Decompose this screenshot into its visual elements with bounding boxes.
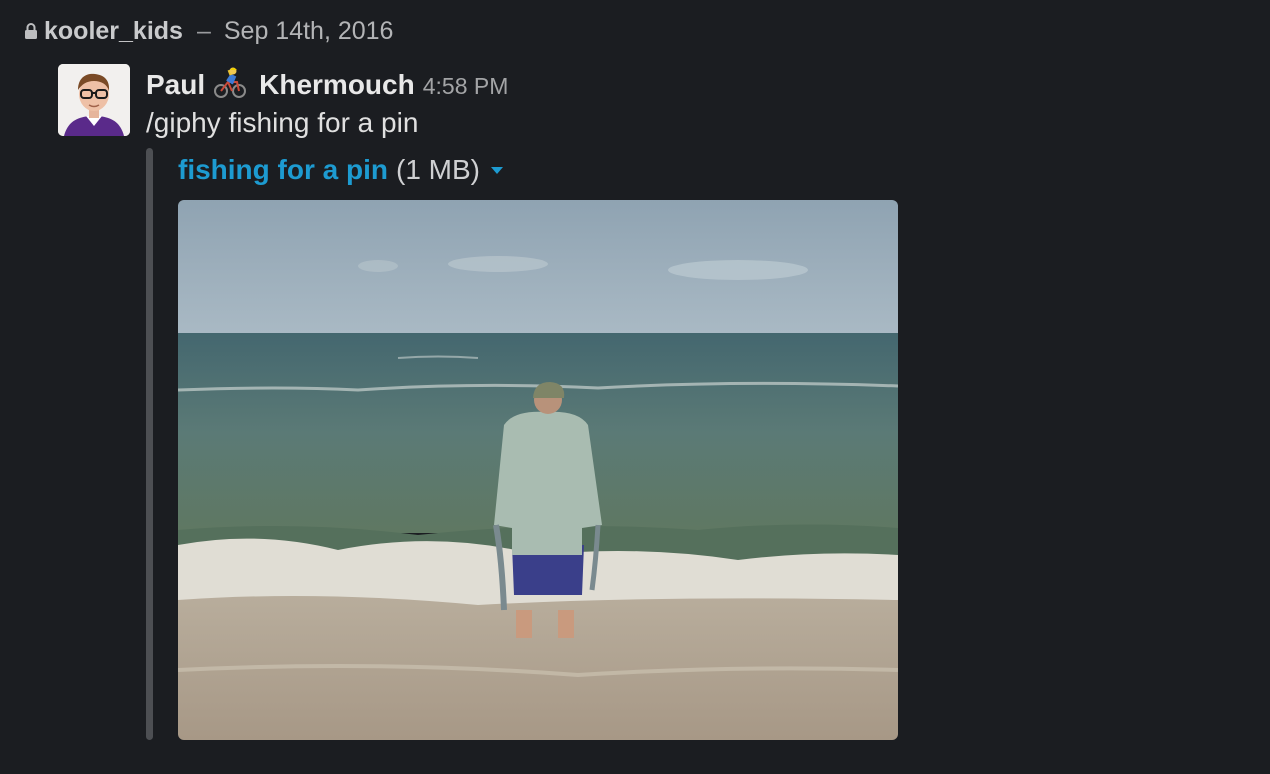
attachment-bar — [146, 148, 153, 740]
day-divider-header: kooler_kids – Sep 14th, 2016 — [24, 16, 393, 46]
attachment-title-link[interactable]: fishing for a pin — [178, 154, 388, 186]
attachment-size: (1 MB) — [396, 154, 480, 185]
lock-icon — [25, 23, 37, 39]
message-date: Sep 14th, 2016 — [223, 16, 394, 45]
header-separator: – — [196, 16, 211, 45]
avatar[interactable] — [58, 64, 130, 136]
sender-last-name[interactable]: Khermouch — [259, 69, 415, 101]
bicyclist-emoji-icon — [214, 67, 247, 98]
message-header: Paul Khermouch 4:58 PM — [146, 60, 1246, 100]
attachment-header: fishing for a pin (1 MB) — [178, 152, 504, 188]
message-text: /giphy fishing for a pin — [146, 107, 419, 138]
giphy-image[interactable] — [178, 200, 898, 740]
caret-down-icon[interactable] — [490, 165, 504, 175]
message: Paul Khermouch 4:58 PM /giphy fishing fo… — [146, 60, 1246, 140]
sender-first-name[interactable]: Paul — [146, 69, 205, 101]
channel-name[interactable]: kooler_kids — [44, 17, 183, 46]
message-timestamp[interactable]: 4:58 PM — [423, 73, 509, 100]
